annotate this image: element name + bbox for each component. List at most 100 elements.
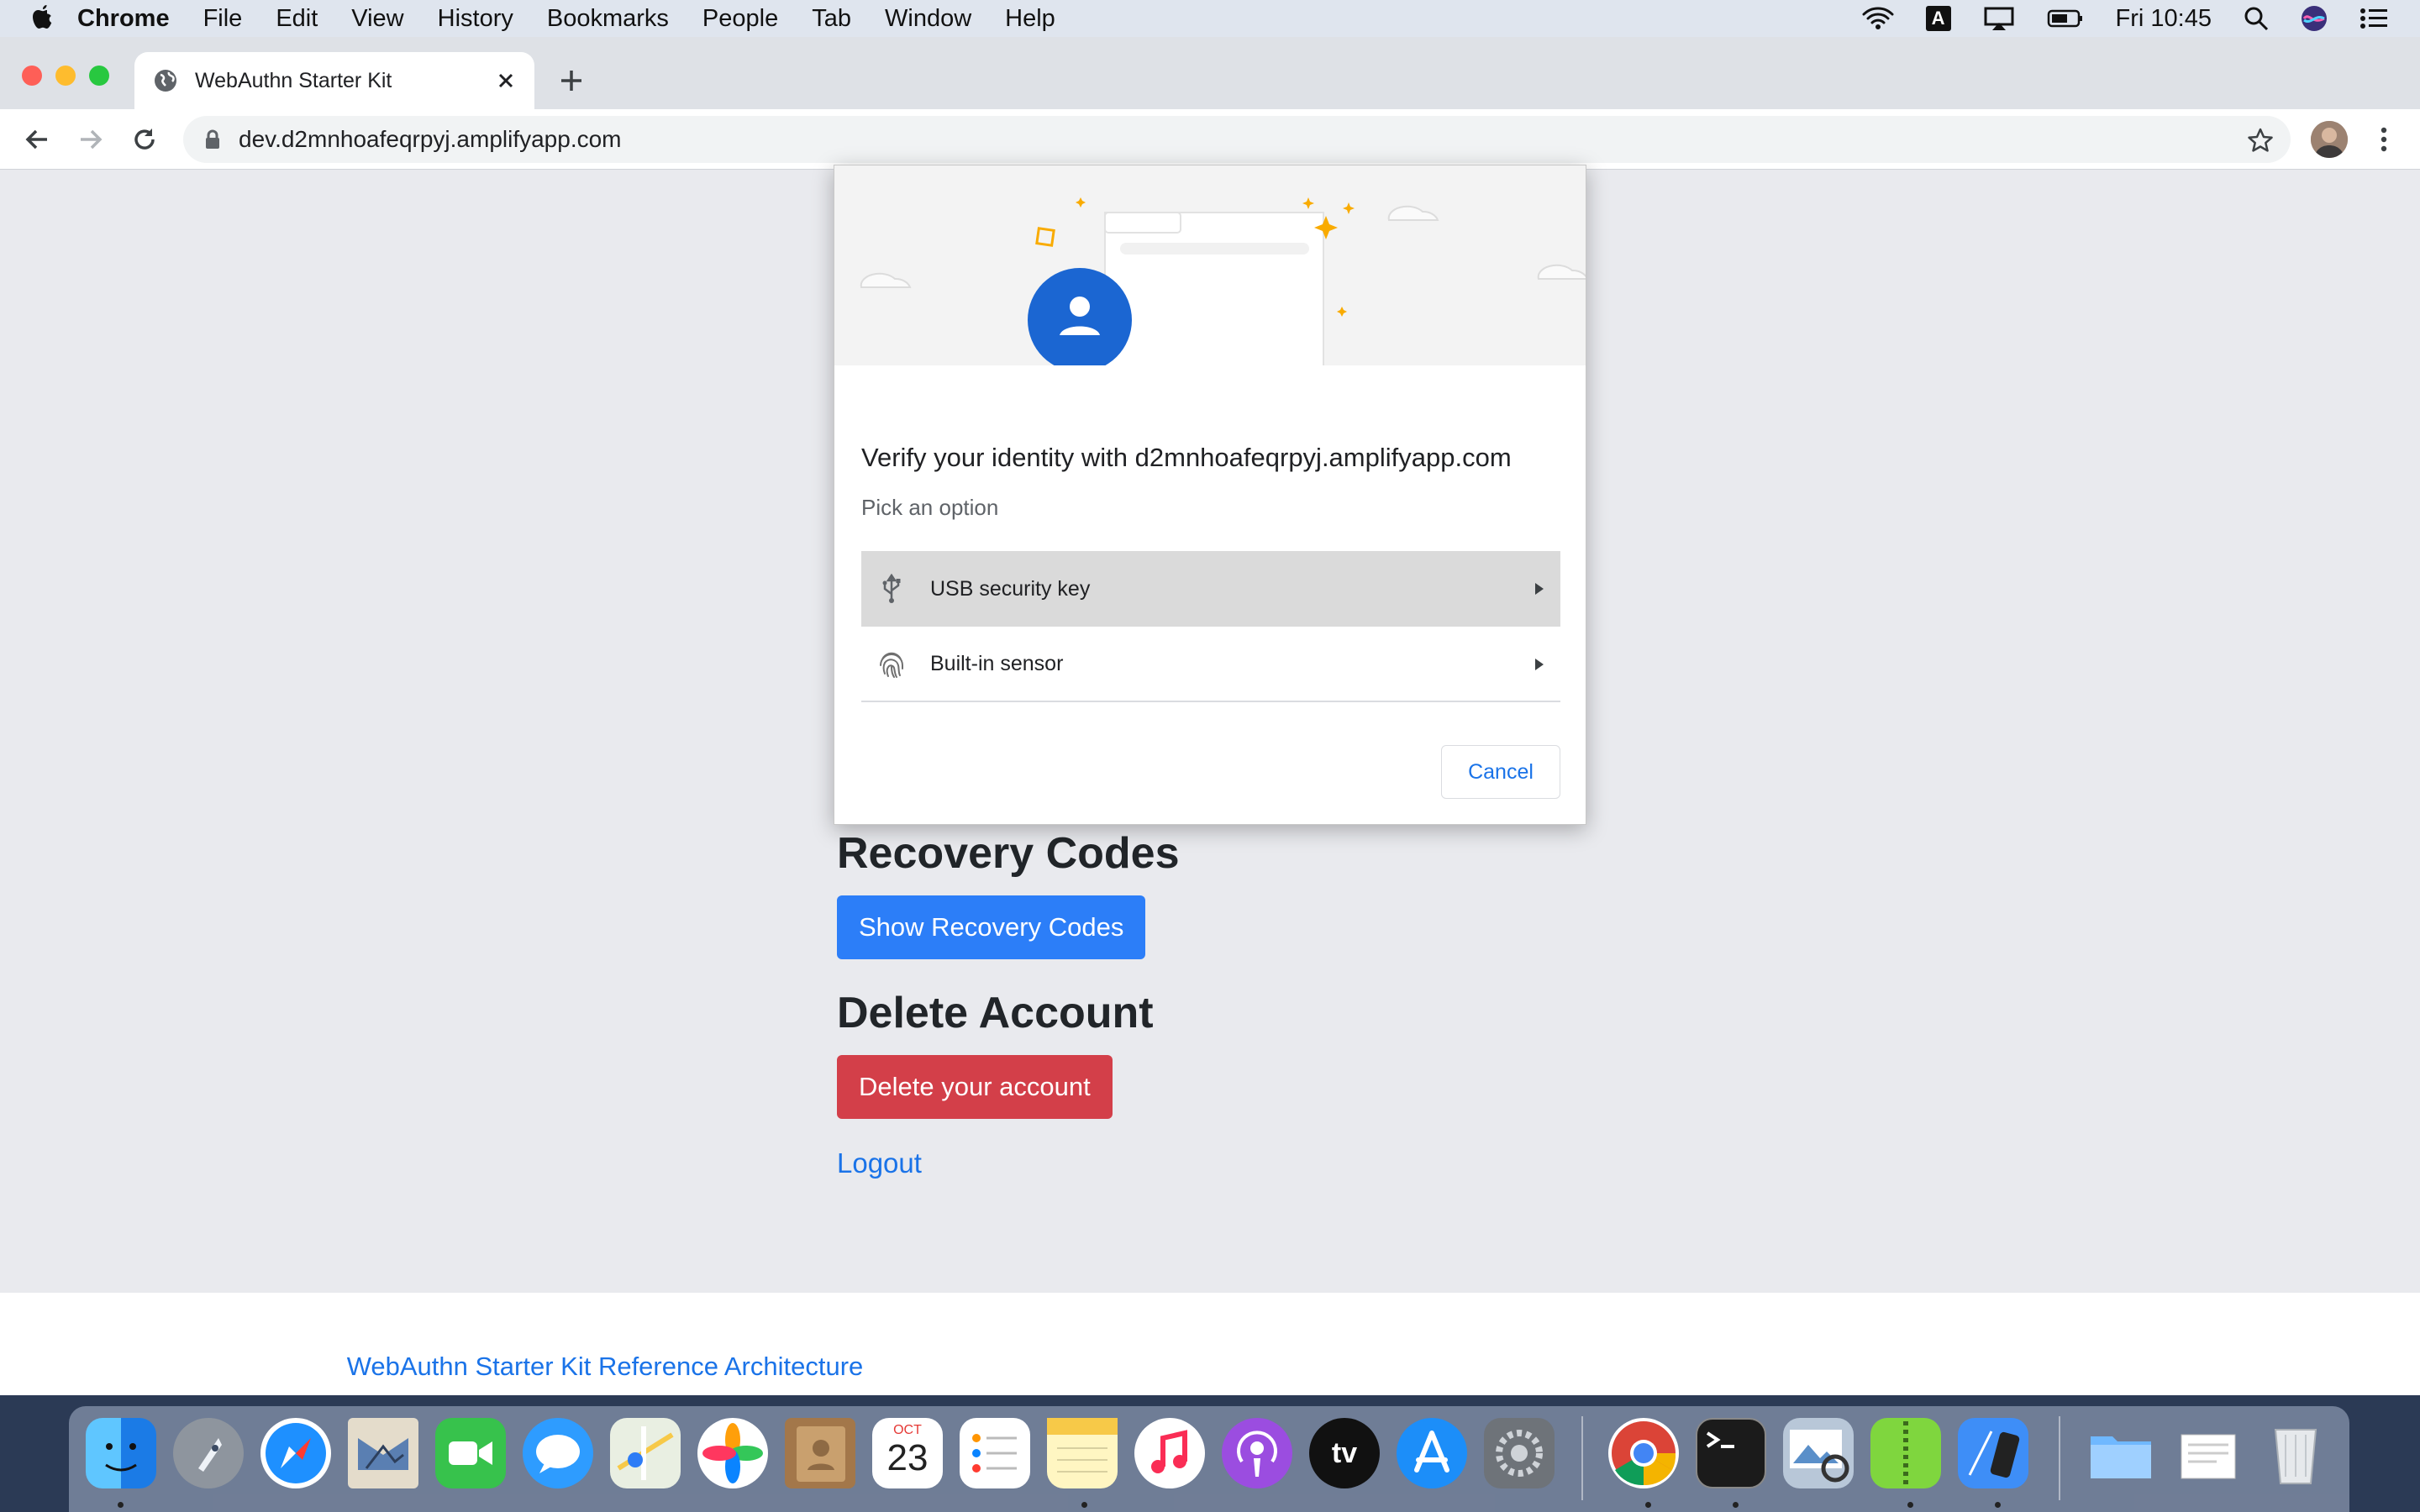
menu-app-name[interactable]: Chrome: [77, 5, 170, 33]
zoom-window-button[interactable]: [89, 66, 109, 86]
facetime-icon[interactable]: [435, 1418, 506, 1488]
delete-account-heading: Delete Account: [837, 989, 1154, 1037]
battery-icon[interactable]: [2047, 8, 2084, 29]
tv-icon[interactable]: tv: [1309, 1418, 1380, 1488]
photos-icon[interactable]: [697, 1418, 768, 1488]
chrome-icon[interactable]: [1608, 1418, 1679, 1488]
launchpad-icon[interactable]: [173, 1418, 244, 1488]
podcasts-icon[interactable]: [1222, 1418, 1292, 1488]
archive-utility-icon[interactable]: [1870, 1418, 1941, 1488]
webauthn-dialog: Verify your identity with d2mnhoafeqrpyj…: [834, 165, 1586, 825]
dialog-illustration: [834, 165, 1586, 365]
safari-icon[interactable]: [260, 1418, 331, 1488]
menu-view[interactable]: View: [351, 5, 403, 33]
delete-account-button[interactable]: Delete your account: [837, 1055, 1113, 1119]
input-source-icon[interactable]: A: [1925, 6, 1951, 31]
card-shape: [1104, 212, 1324, 365]
forward-icon[interactable]: [74, 123, 108, 156]
dialog-title: Verify your identity with d2mnhoafeqrpyj…: [861, 443, 1512, 472]
logout-link[interactable]: Logout: [837, 1147, 922, 1179]
menu-window[interactable]: Window: [885, 5, 971, 33]
cloud-shape-edge: [1537, 264, 1586, 280]
macos-dock: OCT 23 tv: [69, 1406, 2349, 1512]
option-label: Built-in sensor: [930, 651, 1064, 675]
siri-icon[interactable]: [2301, 5, 2328, 32]
tab-webauthn[interactable]: WebAuthn Starter Kit: [134, 52, 534, 109]
apple-menu-icon[interactable]: [30, 4, 77, 33]
cloud-shape-left: [860, 272, 912, 288]
profile-avatar[interactable]: [2311, 121, 2348, 158]
lock-icon[interactable]: [202, 129, 224, 150]
chevron-right-icon: [1534, 657, 1545, 672]
menu-edit[interactable]: Edit: [276, 5, 318, 33]
dock-separator: [1581, 1416, 1583, 1500]
mail-icon[interactable]: [348, 1418, 418, 1488]
messages-icon[interactable]: [523, 1418, 593, 1488]
menu-bookmarks[interactable]: Bookmarks: [547, 5, 669, 33]
running-indicator: [118, 1502, 124, 1508]
dock-separator: [2059, 1416, 2060, 1500]
dialog-subtitle: Pick an option: [861, 495, 999, 520]
option-built-in-sensor[interactable]: Built-in sensor: [861, 627, 1560, 702]
notification-center-icon[interactable]: [2360, 7, 2388, 30]
tab-title: WebAuthn Starter Kit: [195, 68, 392, 92]
macos-menu-bar: Chrome File Edit View History Bookmarks …: [0, 0, 2420, 37]
bookmark-star-icon[interactable]: [2247, 127, 2274, 154]
running-indicator: [1645, 1502, 1651, 1508]
finder-icon[interactable]: [86, 1418, 156, 1488]
maps-icon[interactable]: [610, 1418, 681, 1488]
calendar-month: OCT: [893, 1423, 922, 1437]
running-indicator: [1733, 1502, 1739, 1508]
cloud-shape-right: [1387, 205, 1439, 221]
menu-help[interactable]: Help: [1005, 5, 1055, 33]
menu-people[interactable]: People: [702, 5, 778, 33]
wifi-icon[interactable]: [1862, 6, 1894, 31]
running-indicator: [1081, 1502, 1087, 1508]
spotlight-icon[interactable]: [2244, 6, 2269, 31]
close-window-button[interactable]: [22, 66, 42, 86]
url-text[interactable]: dev.d2mnhoafeqrpyj.amplifyapp.com: [239, 126, 622, 153]
clock[interactable]: Fri 10:45: [2116, 5, 2212, 33]
documents-stack-icon[interactable]: [2173, 1418, 2244, 1488]
airplay-icon[interactable]: [1983, 6, 2015, 31]
music-icon[interactable]: [1134, 1418, 1205, 1488]
calendar-icon[interactable]: OCT 23: [872, 1418, 943, 1488]
globe-icon: [153, 68, 178, 93]
chevron-right-icon: [1534, 581, 1545, 596]
new-tab-icon[interactable]: [555, 64, 588, 97]
usb-icon: [878, 574, 905, 604]
browser-toolbar: dev.d2mnhoafeqrpyj.amplifyapp.com: [0, 109, 2420, 170]
close-tab-icon[interactable]: [494, 69, 518, 92]
minimize-window-button[interactable]: [55, 66, 76, 86]
preview-icon[interactable]: [1783, 1418, 1854, 1488]
system-preferences-icon[interactable]: [1484, 1418, 1555, 1488]
reference-architecture-link[interactable]: WebAuthn Starter Kit Reference Architect…: [0, 1352, 1210, 1382]
chrome-menu-icon[interactable]: [2371, 124, 2396, 155]
terminal-icon[interactable]: [1696, 1418, 1766, 1488]
cancel-button[interactable]: Cancel: [1441, 745, 1560, 799]
option-label: USB security key: [930, 576, 1091, 601]
contacts-icon[interactable]: [785, 1418, 855, 1488]
option-usb-security-key[interactable]: USB security key: [861, 551, 1560, 627]
xcode-simulator-icon[interactable]: [1958, 1418, 2028, 1488]
status-area: A Fri 10:45: [1862, 0, 2420, 37]
back-icon[interactable]: [20, 123, 54, 156]
tv-label: tv: [1331, 1436, 1358, 1469]
fingerprint-icon: [878, 648, 905, 679]
app-store-icon[interactable]: [1397, 1418, 1467, 1488]
reload-icon[interactable]: [128, 123, 161, 156]
running-indicator: [1995, 1502, 2001, 1508]
running-indicator: [1907, 1502, 1913, 1508]
trash-icon[interactable]: [2260, 1418, 2331, 1488]
recovery-codes-heading: Recovery Codes: [837, 829, 1180, 878]
menu-history[interactable]: History: [438, 5, 513, 33]
notes-icon[interactable]: [1047, 1418, 1118, 1488]
page-footer: WebAuthn Starter Kit Reference Architect…: [0, 1293, 2420, 1395]
menu-file[interactable]: File: [203, 5, 243, 33]
calendar-day: 23: [886, 1437, 929, 1478]
folder-icon[interactable]: [2086, 1418, 2156, 1488]
menu-tab[interactable]: Tab: [812, 5, 851, 33]
address-bar[interactable]: dev.d2mnhoafeqrpyj.amplifyapp.com: [183, 116, 2291, 163]
show-recovery-codes-button[interactable]: Show Recovery Codes: [837, 895, 1146, 959]
reminders-icon[interactable]: [960, 1418, 1030, 1488]
